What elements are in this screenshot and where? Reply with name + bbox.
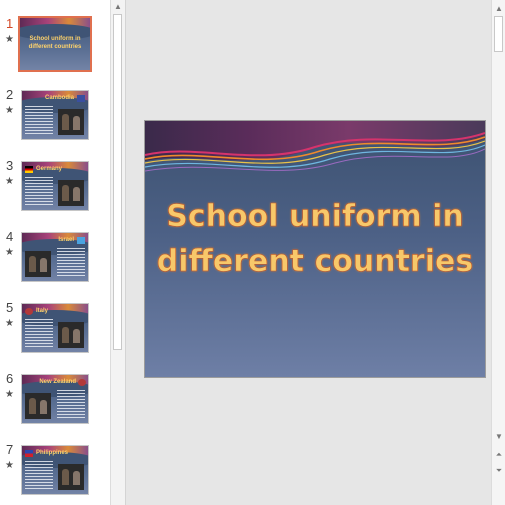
flag-icon [77, 237, 85, 244]
animation-star-icon: ★ [5, 247, 14, 258]
animation-star-icon: ★ [5, 176, 14, 187]
emblem-icon [25, 308, 33, 315]
slide-editing-pane[interactable]: School uniform in different countries [125, 0, 492, 505]
scroll-thumb[interactable] [113, 14, 122, 350]
slide-thumbnail-2[interactable]: 2 ★ Cambodia [0, 87, 110, 147]
text-block [25, 319, 53, 349]
animation-star-icon: ★ [5, 105, 14, 116]
slide-thumbnail-7[interactable]: 7 ★ Philippines [0, 442, 110, 502]
slide-thumbnail-pane[interactable]: 1 ★ School uniform in different countrie… [0, 0, 110, 505]
scroll-thumb[interactable] [494, 16, 503, 52]
flag-icon [77, 95, 85, 102]
slide-scrollbar[interactable]: ▲ ▼ ⏶ ⏷ [491, 0, 505, 505]
slide-thumbnail-5[interactable]: 5 ★ Italy [0, 300, 110, 360]
wave-decoration [20, 18, 90, 40]
scroll-up-icon[interactable]: ▲ [111, 0, 125, 14]
slide-thumbnail-1[interactable]: 1 ★ School uniform in different countrie… [0, 16, 110, 76]
slide-number: 4 [6, 229, 14, 244]
thumbnail-country: Germany [36, 166, 63, 172]
slide-thumbnail-4[interactable]: 4 ★ Israel [0, 229, 110, 289]
slide-number: 5 [6, 300, 14, 315]
thumbnail-title: School uniform in different countries [28, 36, 82, 50]
slide-preview[interactable]: New Zealand [21, 374, 89, 424]
photo [25, 251, 51, 277]
slide-title[interactable]: School uniform in different countries [145, 194, 485, 284]
slide-number: 7 [6, 442, 14, 457]
slide-preview[interactable]: School uniform in different countries [18, 16, 92, 72]
slide-number: 2 [6, 87, 14, 102]
previous-slide-icon[interactable]: ⏶ [492, 448, 505, 462]
current-slide[interactable]: School uniform in different countries [144, 120, 486, 378]
slide-thumbnail-3[interactable]: 3 ★ Germany [0, 158, 110, 218]
flag-icon [25, 166, 33, 173]
slide-preview[interactable]: Israel [21, 232, 89, 282]
thumbnail-country: Italy [36, 308, 49, 314]
animation-star-icon: ★ [5, 389, 14, 400]
photo [25, 393, 51, 419]
text-block [25, 461, 53, 491]
slide-preview[interactable]: Cambodia [21, 90, 89, 140]
thumbnail-country: Israel [58, 237, 74, 243]
scroll-down-icon[interactable]: ▼ [492, 430, 505, 444]
slide-preview[interactable]: Italy [21, 303, 89, 353]
slide-number: 3 [6, 158, 14, 173]
thumbnail-country: Cambodia [44, 95, 74, 101]
slide-preview[interactable]: Germany [21, 161, 89, 211]
wave-decoration [145, 121, 485, 172]
animation-star-icon: ★ [5, 318, 14, 329]
text-block [25, 106, 53, 136]
flag-icon [25, 450, 33, 457]
animation-star-icon: ★ [5, 34, 14, 45]
text-block [57, 248, 85, 278]
animation-star-icon: ★ [5, 460, 14, 471]
thumbnail-scrollbar[interactable]: ▲ [110, 0, 125, 505]
slide-number: 1 [6, 16, 14, 31]
text-block [57, 390, 85, 420]
slide-number: 6 [6, 371, 14, 386]
next-slide-icon[interactable]: ⏷ [492, 464, 505, 478]
photo [58, 180, 84, 206]
text-block [25, 177, 53, 207]
photo [58, 464, 84, 490]
thumbnail-country: Philippines [36, 450, 69, 456]
thumbnail-country: New Zealand [39, 379, 76, 385]
photo [58, 109, 84, 135]
slide-preview[interactable]: Philippines [21, 445, 89, 495]
emblem-icon [78, 379, 86, 386]
photo [58, 322, 84, 348]
slide-thumbnail-6[interactable]: 6 ★ New Zealand [0, 371, 110, 431]
scroll-up-icon[interactable]: ▲ [492, 2, 505, 16]
